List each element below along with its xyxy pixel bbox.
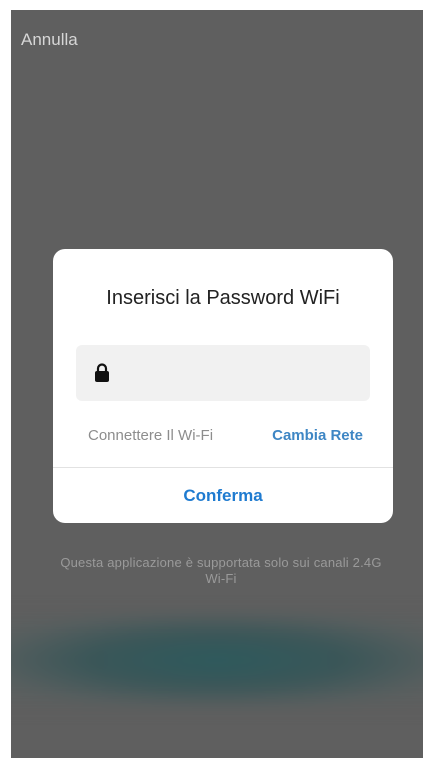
change-network-button[interactable]: Cambia Rete xyxy=(272,427,363,444)
dialog-title: Inserisci la Password WiFi xyxy=(106,287,340,309)
lock-icon xyxy=(94,363,110,383)
cancel-button[interactable]: Annulla xyxy=(21,30,78,50)
blurred-background-button xyxy=(11,615,423,705)
top-bar: Annulla xyxy=(11,10,423,70)
connect-wifi-label: Connettere Il Wi-Fi xyxy=(88,427,214,444)
wifi-password-dialog: Inserisci la Password WiFi Connettere Il… xyxy=(53,249,393,523)
password-input[interactable] xyxy=(122,353,366,395)
password-field[interactable] xyxy=(76,345,370,401)
channel-support-notice: Questa applicazione è supportata solo su… xyxy=(41,555,401,587)
confirm-button[interactable]: Conferma xyxy=(53,468,393,523)
notice-line-1: Questa applicazione è supportata solo su… xyxy=(60,555,382,570)
notice-line-2: Wi-Fi xyxy=(205,571,237,586)
app-screen: Annulla Questa applicazione è supportata… xyxy=(11,10,423,758)
